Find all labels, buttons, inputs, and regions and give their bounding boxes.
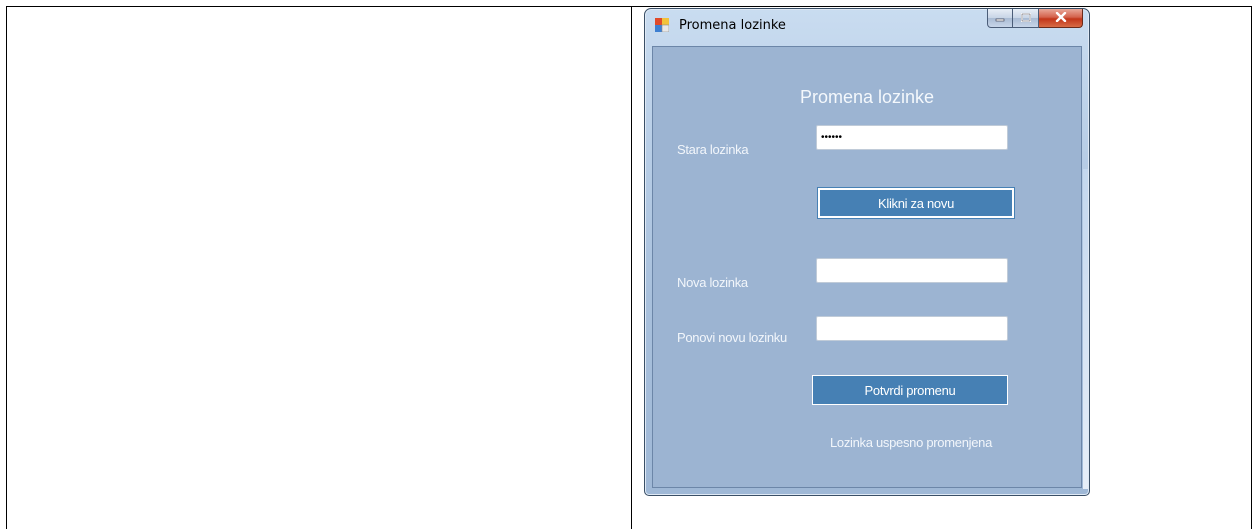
confirm-change-button[interactable]: Potvrdi promenu xyxy=(812,375,1008,405)
password-change-window: Promena lozinke Promena lozinke Stara lo… xyxy=(644,8,1090,496)
new-password-label: Nova lozinka xyxy=(677,275,748,290)
minimize-button[interactable] xyxy=(987,9,1013,28)
repeat-password-field[interactable] xyxy=(816,316,1008,341)
repeat-password-label: Ponovi novu lozinku xyxy=(677,330,787,345)
maximize-icon xyxy=(1020,9,1031,27)
minimize-icon xyxy=(995,9,1005,27)
status-message: Lozinka uspesno promenjena xyxy=(829,435,993,450)
click-for-new-button[interactable]: Klikni za novu xyxy=(817,187,1015,219)
close-icon xyxy=(1055,9,1067,27)
table-divider xyxy=(631,6,632,529)
window-title: Promena lozinke xyxy=(679,18,786,33)
form-heading: Promena lozinke xyxy=(799,87,935,107)
new-password-field[interactable] xyxy=(816,258,1008,283)
old-password-label: Stara lozinka xyxy=(677,142,749,157)
form-client-area: Promena lozinke Stara lozinka Klikni za … xyxy=(652,46,1082,488)
old-password-field[interactable] xyxy=(816,125,1008,150)
title-bar[interactable]: Promena lozinke xyxy=(645,9,1089,39)
close-button[interactable] xyxy=(1039,9,1083,28)
maximize-button[interactable] xyxy=(1013,9,1039,28)
window-frame-highlight xyxy=(1083,169,1088,489)
app-icon xyxy=(655,18,670,33)
caption-buttons xyxy=(987,9,1083,29)
